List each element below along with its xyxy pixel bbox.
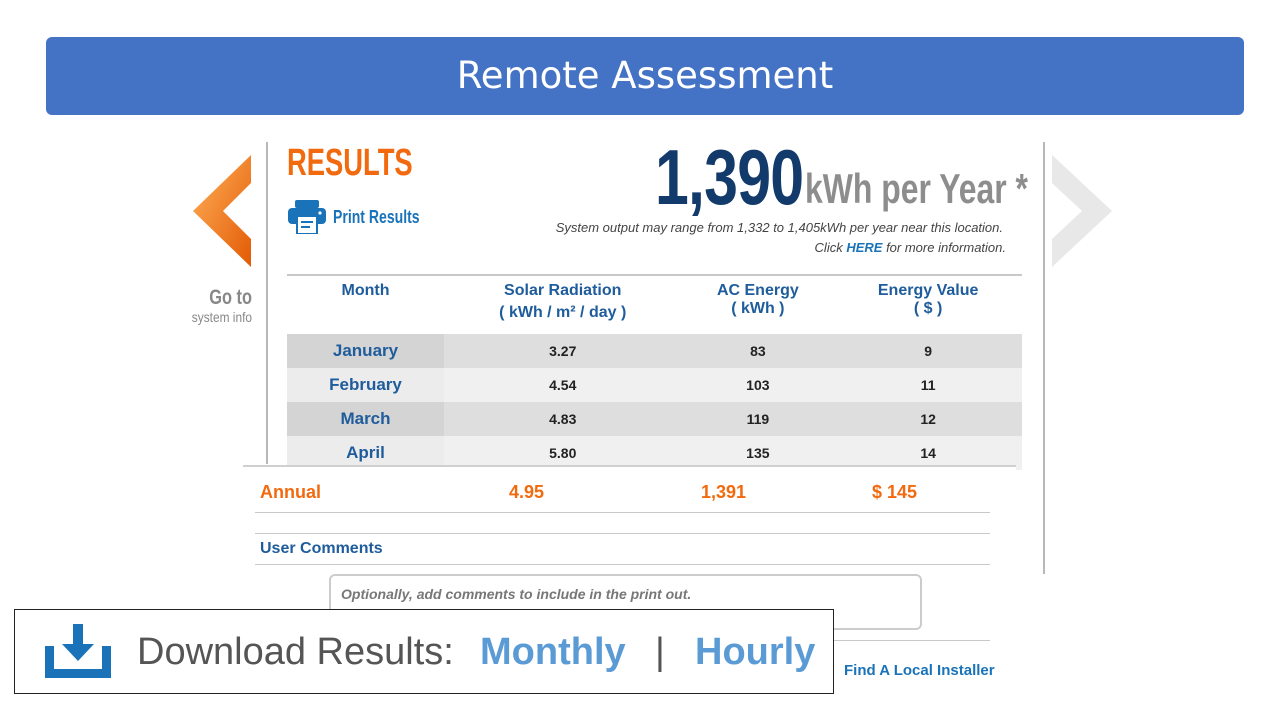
download-icon (45, 624, 111, 678)
more-info-prefix: Click (814, 240, 847, 255)
column-header-unit: ( kWh / m² / day ) (499, 304, 627, 321)
divider (266, 142, 268, 464)
go-to-system-info-link[interactable]: Go to system info (170, 286, 252, 326)
divider (255, 533, 990, 534)
table-row: January 3.27 83 9 (287, 334, 1022, 368)
ac-energy-cell: 119 (681, 402, 835, 436)
solar-cell: 4.83 (444, 402, 682, 436)
table-row: February 4.54 103 11 (287, 368, 1022, 402)
column-header-month: Month (287, 282, 444, 334)
divider (255, 512, 990, 513)
download-separator: | (655, 631, 665, 673)
download-monthly-link[interactable]: Monthly (480, 631, 626, 674)
here-link[interactable]: HERE (846, 240, 882, 255)
annual-output-unit: kWh per Year * (805, 165, 1028, 212)
table-header-row: Month Solar Radiation ( kWh / m² / day )… (287, 282, 1022, 334)
annual-energy-value: $ 145 (872, 482, 918, 502)
range-note: System output may range from 1,332 to 1,… (555, 220, 1003, 235)
annual-ac-energy: 1,391 (701, 482, 747, 502)
annual-output-value: 1,390 (655, 133, 804, 221)
divider (255, 564, 990, 565)
annual-total-row: Annual 4.95 1,391 $ 145 (243, 465, 1016, 515)
column-header-solar-radiation: Solar Radiation ( kWh / m² / day ) (444, 282, 681, 334)
column-header-ac-energy: AC Energy ( kWh ) (681, 282, 834, 334)
column-header-label: Energy Value (877, 282, 979, 299)
annual-label: Annual (260, 482, 321, 502)
column-header-unit: ( kWh ) (731, 300, 785, 317)
divider (1043, 142, 1045, 574)
annual-solar: 4.95 (509, 482, 545, 502)
page-banner: Remote Assessment (46, 37, 1244, 115)
column-header-label: Solar Radiation (504, 282, 622, 299)
find-installer-link[interactable]: Find A Local Installer (844, 662, 995, 679)
printer-icon[interactable] (288, 200, 326, 234)
user-comments-title: User Comments (260, 540, 383, 557)
month-cell: January (287, 334, 444, 368)
system-info-label: system info (191, 309, 252, 325)
column-header-unit: ( $ ) (913, 300, 943, 317)
download-results-label: Download Results: (137, 631, 454, 673)
go-to-label: Go to (209, 286, 252, 309)
energy-value-cell: 9 (834, 334, 1022, 368)
more-info-note: Click HERE for more information. (815, 240, 1006, 255)
solar-cell: 3.27 (444, 334, 682, 368)
results-title: RESULTS (287, 142, 413, 184)
ac-energy-cell: 103 (681, 368, 835, 402)
column-header-label: Month (341, 282, 390, 299)
month-cell: March (287, 402, 444, 436)
column-header-energy-value: Energy Value ( $ ) (834, 282, 1022, 334)
comments-placeholder: Optionally, add comments to include in t… (341, 586, 692, 602)
ac-energy-cell: 83 (681, 334, 835, 368)
energy-value-cell: 11 (834, 368, 1022, 402)
month-cell: February (287, 368, 444, 402)
monthly-results-table: Month Solar Radiation ( kWh / m² / day )… (287, 282, 1022, 470)
table-row: March 4.83 119 12 (287, 402, 1022, 436)
divider (287, 274, 1022, 276)
energy-value-cell: 12 (834, 402, 1022, 436)
download-hourly-link[interactable]: Hourly (695, 631, 815, 674)
next-arrow-icon[interactable] (1050, 155, 1112, 267)
print-results-link[interactable]: Print Results (333, 207, 420, 228)
column-header-label: AC Energy (716, 282, 799, 299)
more-info-suffix: for more information. (882, 240, 1006, 255)
banner-title: Remote Assessment (456, 54, 834, 97)
download-results-bar: Download Results: Monthly | Hourly (14, 609, 834, 694)
solar-cell: 4.54 (444, 368, 682, 402)
previous-arrow-icon[interactable] (193, 155, 253, 267)
